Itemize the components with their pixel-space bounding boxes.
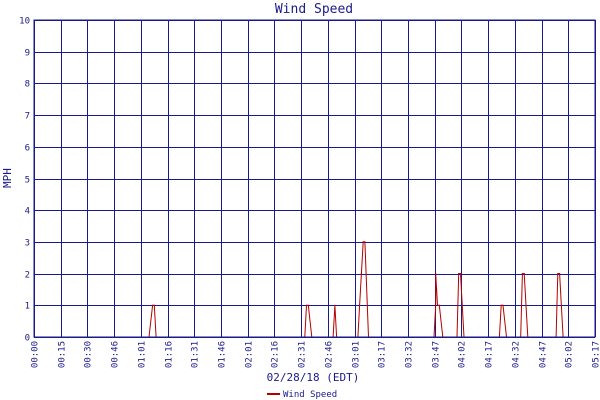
x-tick-label: 03:17: [378, 341, 388, 368]
data-point: [435, 304, 437, 306]
y-tick-label: 8: [25, 80, 30, 90]
x-tick-label: 05:17: [592, 341, 600, 368]
data-point: [559, 273, 561, 275]
data-point: [305, 304, 308, 306]
data-point: [500, 304, 502, 306]
chart-background: [0, 0, 600, 400]
chart-title: Wind Speed: [275, 2, 353, 17]
data-point: [360, 273, 362, 275]
data-point: [364, 241, 366, 243]
data-point: [436, 304, 439, 306]
x-tick-label: 00:15: [58, 341, 68, 368]
data-point: [458, 273, 460, 275]
data-point: [438, 304, 440, 306]
x-tick-label: 02:16: [271, 341, 281, 368]
y-tick-label: 6: [25, 144, 30, 154]
x-tick-label: 00:46: [111, 341, 121, 368]
legend-label-wind-speed: Wind Speed: [283, 390, 337, 400]
x-tick-label: 02:01: [245, 341, 255, 368]
x-tick-label: 01:31: [191, 341, 201, 368]
data-point: [152, 304, 154, 306]
data-point: [502, 304, 504, 306]
x-tick-label: 00:00: [31, 341, 41, 368]
y-tick-label: 2: [25, 271, 30, 281]
y-tick-label: 4: [25, 207, 30, 217]
data-point: [334, 304, 336, 306]
y-tick-label: 0: [25, 334, 30, 344]
y-tick-label: 10: [19, 17, 30, 27]
y-tick-label: 7: [25, 112, 30, 122]
x-tick-label: 01:01: [138, 341, 148, 368]
data-point: [459, 273, 462, 275]
data-point: [523, 273, 525, 275]
data-point: [435, 273, 437, 275]
data-point: [153, 304, 155, 306]
y-tick-label: 5: [25, 176, 30, 186]
x-tick-label: 01:16: [165, 341, 175, 368]
x-axis-label: 02/28/18 (EDT): [267, 371, 360, 384]
x-tick-label: 04:47: [539, 341, 549, 368]
y-axis-label: MPH: [1, 168, 14, 188]
x-tick-label: 04:17: [485, 341, 495, 368]
x-tick-label: 03:32: [405, 341, 415, 368]
x-tick-label: 01:46: [218, 341, 228, 368]
x-tick-label: 04:02: [458, 341, 468, 368]
x-tick-label: 03:01: [352, 341, 362, 368]
data-point: [307, 304, 309, 306]
x-tick-label: 03:47: [432, 341, 442, 368]
x-tick-label: 00:30: [84, 341, 94, 368]
data-point: [521, 273, 524, 275]
x-tick-label: 05:02: [565, 341, 575, 368]
y-tick-label: 1: [25, 302, 30, 312]
data-point: [557, 273, 559, 275]
x-tick-label: 02:46: [325, 341, 335, 368]
y-tick-label: 3: [25, 239, 30, 249]
data-point: [362, 241, 364, 243]
y-tick-label: 9: [25, 49, 30, 59]
data-point: [359, 304, 361, 306]
x-tick-label: 02:31: [298, 341, 308, 368]
x-tick-label: 04:32: [512, 341, 522, 368]
wind-speed-chart: Wind Speed 0 1 2 3 4 5 6 7 8 9 10 00:00 00:15 00:30 0…: [0, 0, 600, 400]
